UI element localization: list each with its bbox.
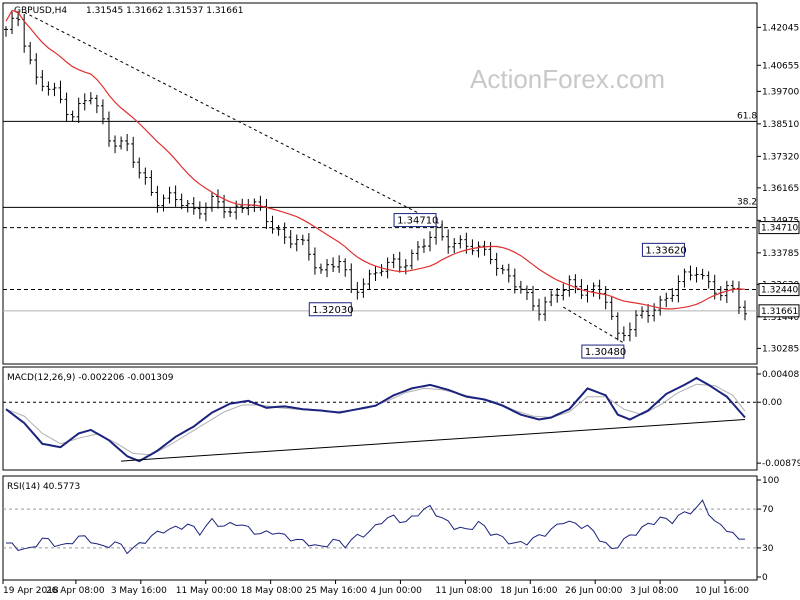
macd-ytick-label: 0.004081 — [762, 370, 800, 380]
level-price-label: 1.32440 — [761, 286, 798, 296]
x-tick-label: 25 May 16:00 — [306, 586, 368, 596]
ohlc-values: 1.31545 1.31662 1.31537 1.31661 — [86, 6, 243, 16]
price-panel: GBPUSD,H4 1.31545 1.31662 1.31537 1.3166… — [2, 2, 800, 365]
macd-support-line — [121, 419, 746, 462]
price-ytick-label: 1.37320 — [762, 152, 799, 162]
price-ytick-label: 1.33785 — [762, 249, 799, 259]
rsi-ytick-label: 0 — [762, 573, 768, 583]
x-axis: 19 Apr 201826 Apr 08:00 3 May 16:00 11 May… — [2, 580, 749, 596]
fib-level-label: 38.2 — [737, 197, 757, 207]
macd-line — [5, 376, 746, 463]
rsi-line — [6, 499, 745, 555]
macd-ytick-label: -0.008794 — [762, 459, 800, 469]
x-tick-label: 18 Jun 16:00 — [500, 586, 557, 596]
macd-title: MACD(12,26,9) -0.002206 -0.001309 — [7, 373, 174, 383]
level-price-label: 1.34710 — [761, 224, 798, 234]
trendline — [23, 11, 443, 226]
x-tick-label: 26 Jun 00:00 — [565, 586, 622, 596]
x-tick-label: 4 Jun 00:00 — [370, 586, 422, 596]
x-tick-label: 11 May 00:00 — [176, 586, 238, 596]
x-tick-label: 11 Jun 08:00 — [435, 586, 492, 596]
price-annotation-label: 1.34710 — [397, 216, 438, 227]
trendline — [563, 306, 625, 344]
price-ytick-label: 1.30285 — [762, 344, 799, 354]
rsi-title: RSI(14) 40.5773 — [7, 482, 80, 492]
rsi-ytick-label: 100 — [762, 476, 779, 486]
moving-average-line — [5, 9, 746, 310]
price-annotation-label: 1.32030 — [312, 305, 353, 316]
watermark: ActionForex.com — [470, 64, 665, 94]
x-tick-label: 10 Jul 16:00 — [695, 586, 749, 596]
price-ytick-label: 1.39700 — [762, 87, 799, 97]
x-tick-label: 18 May 08:00 — [241, 586, 303, 596]
current-price-label: 1.31661 — [761, 307, 798, 317]
symbol-label: GBPUSD,H4 — [14, 6, 67, 16]
fib-level-label: 61.8 — [737, 111, 757, 121]
price-ytick-label: 1.38510 — [762, 120, 799, 130]
price-ytick-label: 1.42045 — [762, 23, 799, 33]
price-ytick-label: 1.40655 — [762, 61, 799, 71]
macd-ytick-label: 0.00 — [762, 398, 782, 408]
macd-panel: MACD(12,26,9) -0.002206 -0.001309 0.0040… — [2, 366, 800, 471]
price-annotation-label: 1.33620 — [645, 245, 686, 256]
price-annotation-label: 1.30480 — [585, 347, 626, 358]
forex-chart: ActionForex.com GBPUSD,H4 1.31545 1.3166… — [2, 2, 800, 596]
x-tick-label: 26 Apr 08:00 — [46, 586, 105, 596]
rsi-ytick-label: 70 — [762, 505, 774, 515]
x-tick-label: 3 Jul 08:00 — [630, 586, 679, 596]
x-tick-label: 3 May 16:00 — [111, 586, 167, 596]
price-ytick-label: 1.36165 — [762, 184, 799, 194]
rsi-ytick-label: 30 — [762, 544, 774, 554]
rsi-panel: RSI(14) 40.5773 100 70 30 0 — [2, 475, 779, 583]
